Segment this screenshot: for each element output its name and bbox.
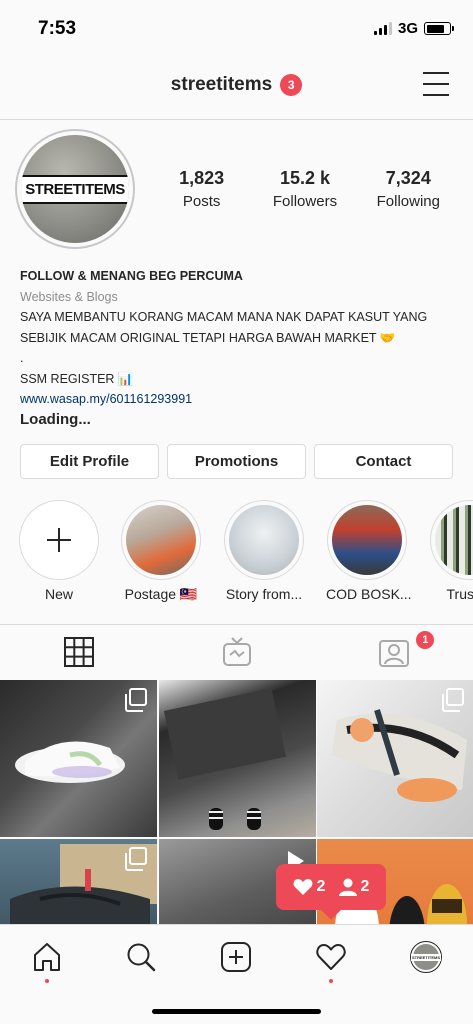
highlight-label: Postage 🇲🇾 <box>124 586 198 602</box>
highlight-thumbnail <box>229 505 299 575</box>
multiple-photos-icon <box>125 688 147 712</box>
package-image <box>163 688 286 830</box>
notification-badge: 3 <box>280 74 303 96</box>
home-activity-dot <box>45 979 49 983</box>
heart-icon <box>293 879 312 895</box>
grid-post[interactable] <box>317 680 473 837</box>
home-indicator <box>152 1009 321 1014</box>
new-post-tab[interactable] <box>211 935 261 979</box>
profile-tab[interactable]: STREETITEMS <box>401 935 451 979</box>
avatar-image: STREETITEMS <box>21 135 129 243</box>
posts-count: 1,823 <box>179 168 225 188</box>
status-indicators: 3G <box>373 20 454 37</box>
following-count: 7,324 <box>385 168 431 188</box>
grid-post[interactable] <box>158 680 316 837</box>
highlight-story[interactable]: Story from... <box>223 500 305 602</box>
activity-notification-bubble[interactable]: 2 2 <box>276 864 386 910</box>
promotions-button[interactable]: Promotions <box>167 444 306 479</box>
bio-link[interactable]: www.wasap.my/601161293991 <box>20 389 460 410</box>
highlight-label: Trusted <box>446 586 473 602</box>
profile-bio: FOLLOW & MENANG BEG PERCUMA Websites & B… <box>20 266 460 430</box>
edit-profile-button[interactable]: Edit Profile <box>20 444 159 479</box>
contact-button[interactable]: Contact <box>314 444 453 479</box>
following-label: Following <box>376 193 440 210</box>
multiple-photos-icon <box>442 688 464 712</box>
search-icon <box>127 943 156 972</box>
bio-category: Websites & Blogs <box>20 289 118 304</box>
followers-label: Followers <box>272 193 338 210</box>
follows-count: 2 <box>360 878 370 895</box>
highlight-thumbnail <box>126 505 196 575</box>
bottom-tab-bar: STREETITEMS <box>0 924 473 1024</box>
profile-header: streetitems 3 <box>0 58 473 120</box>
bio-name: FOLLOW & MENANG BEG PERCUMA <box>20 269 243 283</box>
highlight-thumbnail <box>435 505 473 575</box>
status-time: 7:53 <box>38 18 77 39</box>
tagged-badge: 1 <box>414 629 437 651</box>
username-title: streetitems <box>170 74 273 95</box>
highlight-thumbnail <box>332 505 402 575</box>
stat-following[interactable]: 7,324 Following <box>358 168 458 210</box>
highlight-label: Story from... <box>225 586 303 602</box>
highlight-postage[interactable]: Postage 🇲🇾 <box>120 500 202 603</box>
story-highlights: New Postage 🇲🇾 Story from... COD BOSK...… <box>18 500 473 610</box>
followers-count: 15.2 k <box>279 168 330 188</box>
plus-icon <box>19 500 99 580</box>
tagged-user-icon <box>379 640 410 667</box>
network-type: 3G <box>397 20 418 37</box>
multiple-photos-icon <box>125 846 147 871</box>
bio-ssm: SSM REGISTER 📊 <box>20 371 134 386</box>
battery-icon <box>424 22 454 35</box>
profile-actions: Edit Profile Promotions Contact <box>20 444 453 479</box>
bio-text: SAYA MEMBANTU KORANG MACAM MANA NAK DAPA… <box>20 310 428 345</box>
tab-tagged[interactable]: 1 <box>315 625 473 679</box>
highlight-label: New <box>44 586 73 602</box>
add-post-icon <box>221 942 251 972</box>
bio-loading: Loading... <box>20 410 91 428</box>
home-icon <box>34 943 60 971</box>
person-icon <box>338 878 357 896</box>
avatar-logo-text-small: STREETITEMS <box>411 953 442 961</box>
profile-stats: 1,823 Posts 15.2 k Followers 7,324 Follo… <box>150 168 460 210</box>
grid-post[interactable] <box>0 838 157 924</box>
profile-avatar[interactable]: STREETITEMS <box>15 129 135 249</box>
posts-label: Posts <box>182 193 221 210</box>
avatar-logo-text: STREETITEMS <box>21 174 129 204</box>
hamburger-menu-icon[interactable] <box>423 72 449 96</box>
stat-followers[interactable]: 15.2 k Followers <box>255 168 355 210</box>
home-tab[interactable] <box>22 935 72 983</box>
account-switcher[interactable]: streetitems 3 <box>0 74 473 96</box>
highlight-label: COD BOSK... <box>326 586 412 602</box>
highlight-trusted[interactable]: Trusted <box>429 500 473 602</box>
profile-avatar-small: STREETITEMS <box>410 941 442 973</box>
search-tab[interactable] <box>116 935 166 979</box>
follows-activity: 2 <box>338 878 370 896</box>
likes-count: 2 <box>316 878 326 895</box>
profile-tabs: 1 <box>0 624 473 679</box>
signal-icon <box>373 22 392 35</box>
highlight-cod[interactable]: COD BOSK... <box>326 500 412 602</box>
likes-activity: 2 <box>293 878 326 896</box>
igtv-icon <box>222 637 251 666</box>
stat-posts[interactable]: 1,823 Posts <box>152 168 252 210</box>
tab-grid[interactable] <box>0 625 158 679</box>
tab-igtv[interactable] <box>158 625 316 679</box>
activity-tab[interactable] <box>306 935 356 983</box>
grid-icon <box>63 637 94 667</box>
photo-grid <box>0 680 473 924</box>
highlight-new[interactable]: New <box>18 500 100 602</box>
bio-separator: . <box>20 351 24 365</box>
activity-dot <box>329 979 333 983</box>
heart-icon <box>316 944 346 970</box>
status-bar: 7:53 3G <box>0 0 473 58</box>
grid-post[interactable] <box>0 680 157 837</box>
